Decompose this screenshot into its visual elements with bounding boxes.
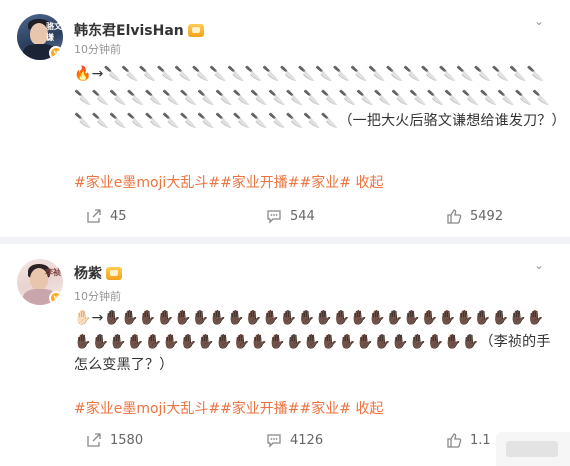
like-button[interactable]: 5492 xyxy=(446,208,503,224)
post-text: 🔥→🔪🔪🔪🔪🔪🔪🔪🔪🔪🔪🔪🔪🔪🔪🔪🔪🔪🔪🔪🔪🔪🔪🔪🔪🔪🔪🔪🔪🔪🔪🔪🔪🔪🔪🔪🔪🔪🔪… xyxy=(74,66,566,129)
avatar-label: 骆文谦 xyxy=(46,22,62,42)
share-icon xyxy=(87,433,101,447)
like-count: 1.1 xyxy=(470,432,491,448)
hashtag-row: #家业e墨moji大乱斗##家业开播##家业# 收起 xyxy=(74,398,383,418)
verified-badge-icon: v xyxy=(49,46,63,60)
avatar-label: 李祯 xyxy=(45,268,61,277)
floating-toolbar-bar xyxy=(506,441,558,457)
comment-icon xyxy=(267,210,281,224)
hashtag-link[interactable]: #家业开播# xyxy=(220,175,299,191)
author-name[interactable]: 韩东君ElvisHan xyxy=(74,20,184,40)
floating-toolbar[interactable] xyxy=(496,432,570,466)
action-bar: 45 544 5492 xyxy=(0,208,570,228)
vip-crown-icon xyxy=(106,266,122,280)
comment-button[interactable]: 544 xyxy=(266,208,315,224)
share-button[interactable]: 45 xyxy=(86,208,127,224)
chevron-down-icon[interactable]: ⌄ xyxy=(532,258,546,272)
share-button[interactable]: 1580 xyxy=(86,432,143,448)
author-row: 杨紫 xyxy=(74,263,122,283)
thumbs-up-icon xyxy=(447,209,462,224)
vip-crown-icon xyxy=(187,23,204,37)
avatar[interactable]: 李祯 v xyxy=(17,259,63,305)
verified-badge-icon: v xyxy=(49,291,63,305)
comment-count: 544 xyxy=(290,208,315,224)
author-row: 韩东君ElvisHan xyxy=(74,20,204,40)
comment-icon xyxy=(267,434,281,448)
hashtag-link[interactable]: #家业# xyxy=(300,401,351,417)
post-text: ✋🏻→✋🏿✋🏿✋🏿✋🏿✋🏿✋🏿✋🏿✋🏿✋🏿✋🏿✋🏿✋🏿✋🏿✋🏿✋🏿✋🏿✋🏿✋🏿✋… xyxy=(74,310,551,373)
share-count: 45 xyxy=(110,208,127,224)
post-time[interactable]: 10分钟前 xyxy=(74,288,121,304)
hashtag-row: #家业e墨moji大乱斗##家业开播##家业# 收起 xyxy=(74,172,383,192)
collapse-link[interactable]: 收起 xyxy=(355,175,383,191)
post-card: 李祯 v 杨紫 10分钟前 ⌄ ✋🏻→✋🏿✋🏿✋🏿✋🏿✋🏿✋🏿✋🏿✋🏿✋🏿✋🏿✋… xyxy=(0,244,570,466)
action-bar: 1580 4126 1.1 xyxy=(0,432,570,452)
hashtag-link[interactable]: #家业e墨moji大乱斗# xyxy=(74,401,220,417)
hashtag-link[interactable]: #家业# xyxy=(300,175,351,191)
avatar[interactable]: 骆文谦 v xyxy=(17,14,63,60)
post-time[interactable]: 10分钟前 xyxy=(74,41,121,57)
hashtag-link[interactable]: #家业e墨moji大乱斗# xyxy=(74,175,220,191)
share-count: 1580 xyxy=(110,432,144,448)
like-button[interactable]: 1.1 xyxy=(446,432,491,448)
hashtag-link[interactable]: #家业开播# xyxy=(220,401,299,417)
post-card: 骆文谦 v 韩东君ElvisHan 10分钟前 ⌄ 🔥→🔪🔪🔪🔪🔪🔪🔪🔪🔪🔪🔪🔪… xyxy=(0,0,570,237)
share-icon xyxy=(87,209,101,223)
comment-button[interactable]: 4126 xyxy=(266,432,323,448)
comment-count: 4126 xyxy=(290,432,324,448)
collapse-link[interactable]: 收起 xyxy=(355,401,383,417)
chevron-down-icon[interactable]: ⌄ xyxy=(532,14,546,28)
like-count: 5492 xyxy=(470,208,504,224)
author-name[interactable]: 杨紫 xyxy=(74,263,102,283)
thumbs-up-icon xyxy=(447,433,462,448)
